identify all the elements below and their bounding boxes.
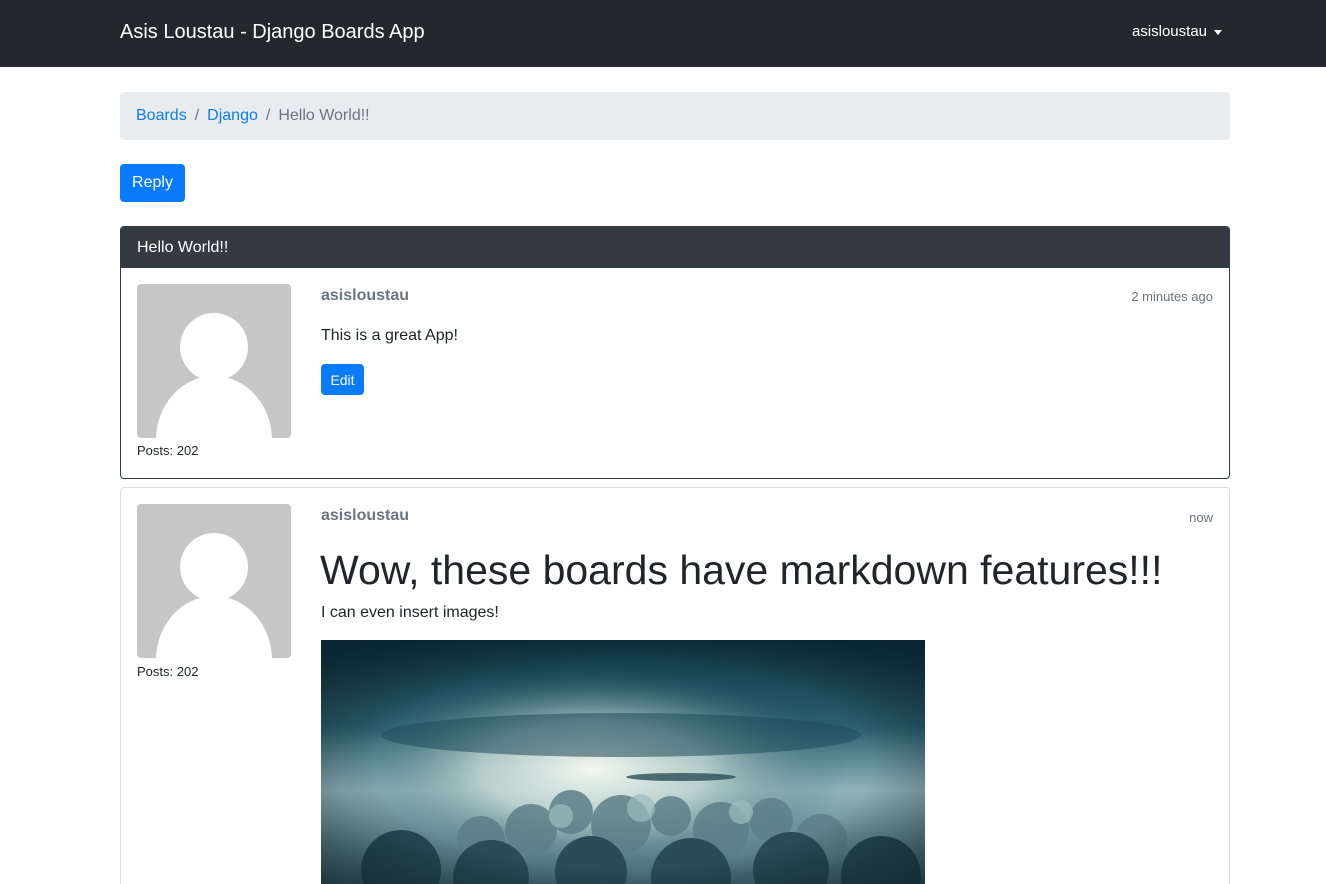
user-menu-dropdown[interactable]: asisloustau: [1132, 22, 1222, 42]
caret-down-icon: [1214, 29, 1222, 35]
post-heading: Wow, these boards have markdown features…: [320, 547, 1163, 593]
user-menu-label: asisloustau: [1131, 23, 1207, 40]
navbar: Asis Loustau - Django Boards App asislou…: [0, 0, 1326, 67]
clouds-sky-image: [321, 640, 925, 884]
post-card: Posts: 202 asisloustau now Wow, these bo…: [120, 487, 1230, 884]
posts-count: Posts: 202: [137, 443, 199, 458]
post-author: asisloustau: [321, 287, 410, 304]
breadcrumb-boards-link[interactable]: Boards: [136, 107, 187, 125]
breadcrumb-django-link[interactable]: Django: [207, 107, 258, 125]
post-author: asisloustau: [321, 507, 410, 524]
user-avatar-icon: [137, 504, 291, 658]
breadcrumb-separator: /: [194, 107, 200, 124]
user-avatar-icon: [137, 284, 291, 438]
breadcrumb-current: Hello World!!: [278, 107, 370, 124]
breadcrumb-separator: /: [265, 107, 271, 124]
post-timestamp: now: [1189, 510, 1213, 525]
post-timestamp: 2 minutes ago: [1131, 289, 1213, 304]
topic-subject-header: Hello World!!: [121, 227, 1229, 268]
brand-link[interactable]: Asis Loustau - Django Boards App: [120, 19, 425, 45]
post-message: I can even insert images!: [321, 604, 499, 621]
breadcrumb: Boards / Django / Hello World!!: [120, 92, 1230, 140]
post-message: This is a great App!: [321, 327, 458, 344]
post-card: Hello World!! Posts: 202 asisloustau 2 m…: [120, 226, 1230, 479]
posts-count: Posts: 202: [137, 664, 199, 679]
edit-button[interactable]: Edit: [321, 364, 364, 395]
reply-button[interactable]: Reply: [120, 164, 185, 202]
